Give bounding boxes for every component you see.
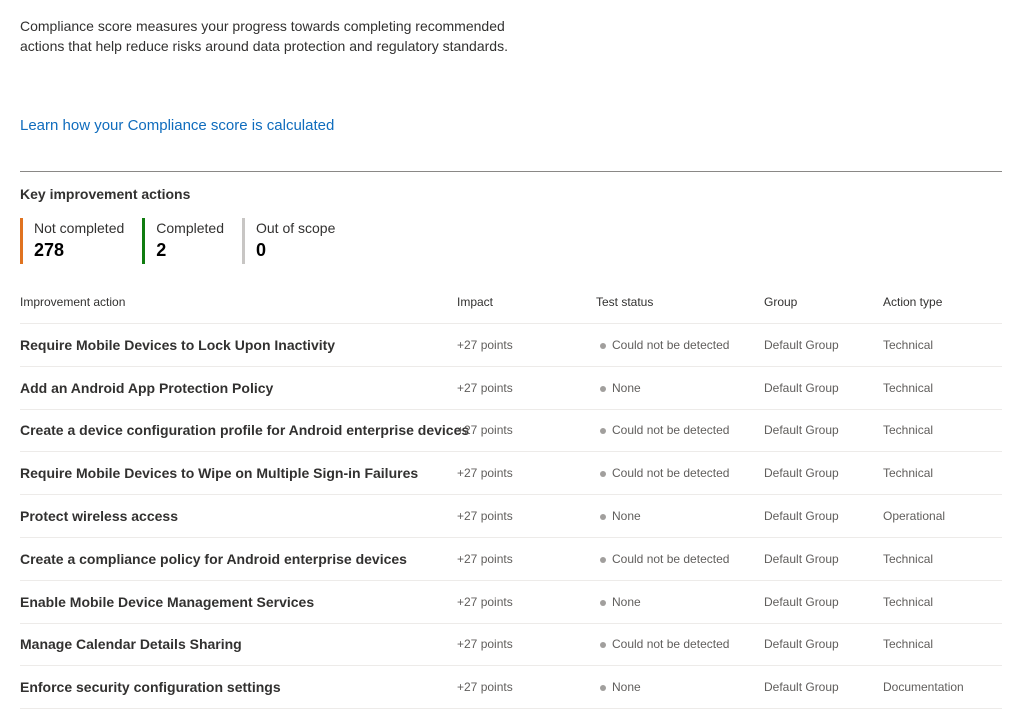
row-impact: +27 points	[457, 423, 513, 438]
compliance-score-page: Compliance score measures your progress …	[0, 0, 1024, 724]
row-impact: +27 points	[457, 509, 513, 524]
stat-label: Not completed	[34, 220, 125, 236]
column-header-type[interactable]: Action type	[883, 295, 1002, 309]
column-header-group[interactable]: Group	[764, 295, 883, 309]
row-action-name[interactable]: Create a compliance policy for Android e…	[20, 551, 457, 567]
section-divider	[20, 171, 1002, 172]
row-test-status: Could not be detected	[596, 338, 764, 352]
column-header-impact[interactable]: Impact	[457, 295, 596, 309]
stat-value: 2	[156, 240, 167, 260]
table-row[interactable]: Protect wireless access +27 points None Def…	[20, 495, 1002, 538]
row-group: Default Group	[764, 466, 839, 481]
row-group: Default Group	[764, 423, 839, 438]
stat-value: 278	[34, 240, 65, 260]
stat-out-of-scope[interactable]: Out of scope 0	[241, 218, 336, 264]
row-action-name[interactable]: Require Mobile Devices to Wipe on Multip…	[20, 465, 457, 481]
row-impact: +27 points	[457, 337, 513, 352]
intro-text: Compliance score measures your progress …	[20, 18, 508, 54]
section-title: Key improvement actions	[20, 186, 191, 202]
row-action-name[interactable]: Require Mobile Devices to Lock Upon Inac…	[20, 337, 457, 353]
row-impact: +27 points	[457, 680, 513, 695]
row-action-type: Technical	[883, 594, 934, 609]
stat-label: Out of scope	[255, 220, 336, 236]
stat-completed[interactable]: Completed 2	[142, 218, 224, 264]
status-dot-icon	[600, 642, 606, 649]
row-group: Default Group	[764, 680, 839, 695]
learn-compliance-score-link[interactable]: Learn how your Compliance score is calcu…	[20, 117, 334, 134]
stat-value: 0	[255, 240, 266, 260]
row-test-status: Could not be detected	[596, 637, 764, 651]
row-impact: +27 points	[457, 466, 513, 481]
row-action-type: Technical	[883, 466, 934, 481]
row-action-type: Technical	[883, 337, 934, 352]
status-dot-icon	[600, 685, 606, 692]
row-impact: +27 points	[457, 594, 513, 609]
row-test-status: Could not be detected	[596, 423, 764, 437]
stats-summary: Not completed 278 Completed 2 Out of sco…	[20, 218, 353, 264]
row-test-status: None	[596, 509, 764, 523]
row-action-name[interactable]: Add an Android App Protection Policy	[20, 380, 457, 396]
row-test-status-text: None	[612, 680, 641, 695]
row-action-name[interactable]: Protect wireless access	[20, 508, 457, 524]
row-group: Default Group	[764, 594, 839, 609]
table-row[interactable]: Require Mobile Devices to Lock Upon Inac…	[20, 324, 1002, 367]
row-test-status-text: None	[612, 380, 641, 395]
row-action-type: Technical	[883, 423, 934, 438]
row-test-status-text: Could not be detected	[612, 551, 730, 566]
row-action-name[interactable]: Manage Calendar Details Sharing	[20, 636, 457, 652]
row-action-name[interactable]: Create a device configuration profile fo…	[20, 422, 469, 438]
row-test-status-text: Could not be detected	[612, 637, 730, 652]
row-group: Default Group	[764, 551, 839, 566]
row-test-status-text: None	[612, 509, 641, 524]
row-test-status: None	[596, 595, 764, 609]
row-test-status-text: Could not be detected	[612, 423, 730, 438]
table-row[interactable]: Enable Mobile Device Management Services…	[20, 581, 1002, 624]
row-action-name[interactable]: Enable Mobile Device Management Services	[20, 594, 457, 610]
row-test-status: None	[596, 381, 764, 395]
row-action-name[interactable]: Enforce security configuration settings	[20, 679, 457, 695]
status-dot-icon	[600, 385, 606, 392]
row-action-type: Technical	[883, 380, 934, 395]
table-header: Improvement action Impact Test status Gr…	[20, 280, 1002, 324]
row-action-type: Documentation	[883, 680, 964, 695]
column-header-status[interactable]: Test status	[596, 295, 764, 309]
row-test-status: None	[596, 680, 764, 694]
status-dot-icon	[600, 599, 606, 606]
row-action-type: Technical	[883, 637, 934, 652]
row-test-status: Could not be detected	[596, 552, 764, 566]
row-group: Default Group	[764, 380, 839, 395]
status-dot-icon	[600, 342, 606, 349]
row-test-status-text: None	[612, 594, 641, 609]
row-test-status-text: Could not be detected	[612, 466, 730, 481]
table-row[interactable]: Enforce security configuration settings +…	[20, 666, 1002, 710]
status-dot-icon	[600, 428, 606, 435]
row-impact: +27 points	[457, 637, 513, 652]
table-row[interactable]: Create a device configuration profile fo…	[20, 410, 1002, 453]
table-row[interactable]: Add an Android App Protection Policy +27 …	[20, 367, 1002, 410]
status-dot-icon	[600, 471, 606, 478]
row-group: Default Group	[764, 637, 839, 652]
stat-not-completed[interactable]: Not completed 278	[20, 218, 124, 264]
status-dot-icon	[600, 513, 606, 520]
table-row[interactable]: Require Mobile Devices to Wipe on Multip…	[20, 452, 1002, 496]
improvement-actions-table: Improvement action Impact Test status Gr…	[20, 280, 1002, 710]
row-impact: +27 points	[457, 380, 513, 395]
column-header-action[interactable]: Improvement action	[20, 295, 457, 309]
status-dot-icon	[600, 556, 606, 563]
row-test-status-text: Could not be detected	[612, 337, 730, 352]
row-action-type: Operational	[883, 509, 946, 524]
row-test-status: Could not be detected	[596, 466, 764, 480]
row-action-type: Technical	[883, 551, 934, 566]
stat-label: Completed	[156, 220, 224, 236]
table-body: Require Mobile Devices to Lock Upon Inac…	[20, 324, 1002, 710]
row-group: Default Group	[764, 337, 839, 352]
row-impact: +27 points	[457, 551, 513, 566]
row-group: Default Group	[764, 509, 839, 524]
table-row[interactable]: Create a compliance policy for Android e…	[20, 538, 1002, 581]
table-row[interactable]: Manage Calendar Details Sharing +27 point…	[20, 624, 1002, 667]
